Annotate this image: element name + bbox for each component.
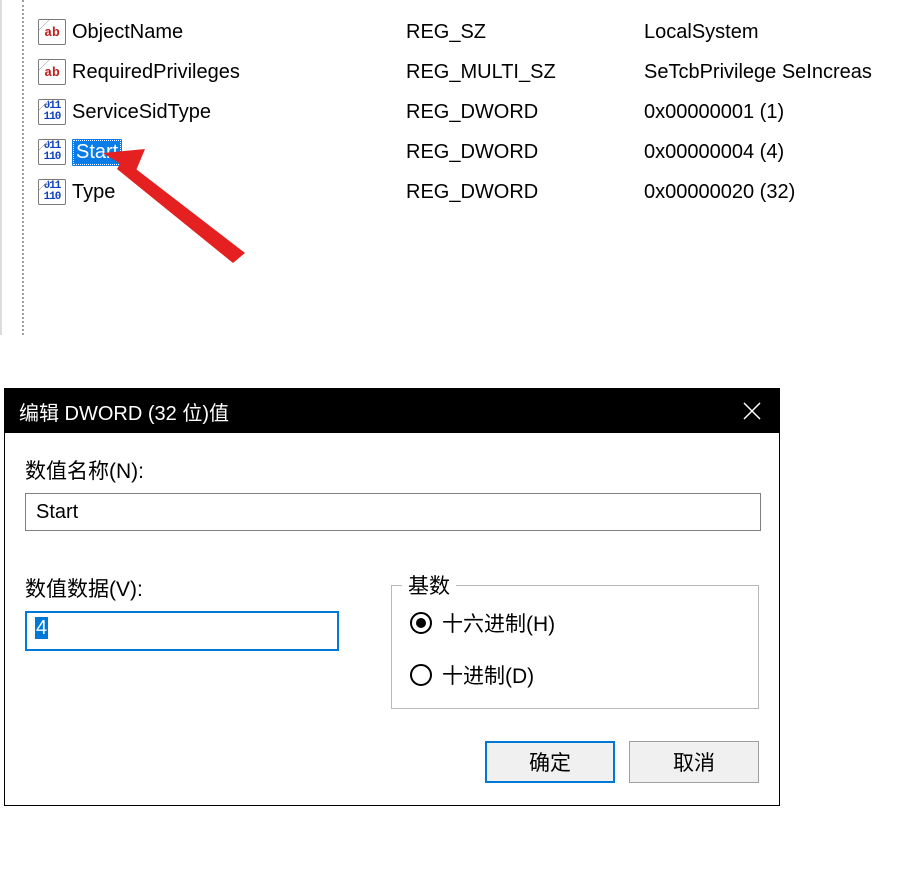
reg-value-name: ServiceSidType xyxy=(72,101,406,124)
registry-row[interactable]: 011110 Type REG_DWORD 0x00000020 (32) xyxy=(38,172,916,212)
radio-icon xyxy=(410,664,432,686)
value-name-label: 数值名称(N): xyxy=(25,455,759,485)
reg-value-data: SeTcbPrivilege SeIncreas xyxy=(644,61,916,84)
reg-value-data: 0x00000001 (1) xyxy=(644,101,916,124)
reg-value-type: REG_DWORD xyxy=(406,181,644,204)
reg-dword-icon: 011110 xyxy=(38,179,66,205)
registry-row-selected[interactable]: 011110 Start REG_DWORD 0x00000004 (4) xyxy=(38,132,916,172)
reg-value-name: ObjectName xyxy=(72,21,406,44)
value-name-input[interactable] xyxy=(25,493,761,531)
cancel-button[interactable]: 取消 xyxy=(629,741,759,783)
reg-value-data: 0x00000004 (4) xyxy=(644,141,916,164)
dialog-title: 编辑 DWORD (32 位)值 xyxy=(19,397,229,426)
radio-label: 十六进制(H) xyxy=(442,608,555,638)
radio-decimal[interactable]: 十进制(D) xyxy=(410,660,740,690)
reg-value-data: 0x00000020 (32) xyxy=(644,181,916,204)
close-button[interactable] xyxy=(725,389,779,433)
ok-button[interactable]: 确定 xyxy=(485,741,615,783)
reg-value-name: RequiredPrivileges xyxy=(72,61,406,84)
dialog-titlebar[interactable]: 编辑 DWORD (32 位)值 xyxy=(5,389,779,433)
tree-line xyxy=(22,0,24,335)
base-groupbox: 基数 十六进制(H) 十进制(D) xyxy=(391,585,759,709)
reg-string-icon: ab xyxy=(38,19,66,45)
reg-value-data: LocalSystem xyxy=(644,21,916,44)
reg-value-name: Type xyxy=(72,181,406,204)
value-data-label: 数值数据(V): xyxy=(25,573,361,603)
radio-icon xyxy=(410,612,432,634)
reg-value-name: Start xyxy=(72,139,406,166)
registry-row[interactable]: ab RequiredPrivileges REG_MULTI_SZ SeTcb… xyxy=(38,52,916,92)
close-icon xyxy=(743,402,761,420)
base-legend: 基数 xyxy=(402,570,456,600)
reg-string-icon: ab xyxy=(38,59,66,85)
edit-dword-dialog: 编辑 DWORD (32 位)值 数值名称(N): 数值数据(V): 4 基数 … xyxy=(4,388,780,806)
reg-value-type: REG_DWORD xyxy=(406,101,644,124)
reg-value-type: REG_DWORD xyxy=(406,141,644,164)
registry-row[interactable]: 011110 ServiceSidType REG_DWORD 0x000000… xyxy=(38,92,916,132)
value-data-input[interactable]: 4 xyxy=(25,611,339,651)
radio-label: 十进制(D) xyxy=(442,660,534,690)
reg-value-type: REG_SZ xyxy=(406,21,644,44)
reg-value-type: REG_MULTI_SZ xyxy=(406,61,644,84)
registry-list: ab ObjectName REG_SZ LocalSystem ab Requ… xyxy=(0,0,916,335)
dialog-body: 数值名称(N): 数值数据(V): 4 基数 十六进制(H) 十进制(D) 确定 xyxy=(5,433,779,805)
radio-hexadecimal[interactable]: 十六进制(H) xyxy=(410,608,740,638)
reg-dword-icon: 011110 xyxy=(38,99,66,125)
registry-row[interactable]: ab ObjectName REG_SZ LocalSystem xyxy=(38,12,916,52)
reg-dword-icon: 011110 xyxy=(38,139,66,165)
